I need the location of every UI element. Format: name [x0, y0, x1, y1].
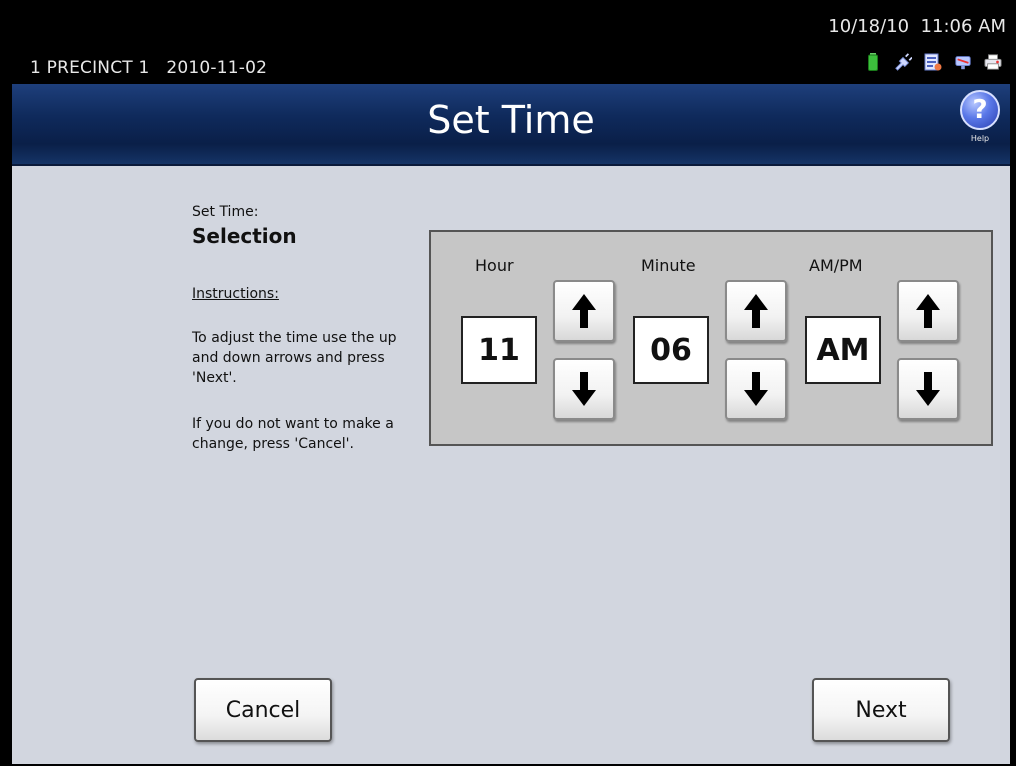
cancel-button[interactable]: Cancel	[194, 678, 332, 742]
arrow-down-icon	[572, 372, 596, 406]
screen: 1 PRECINCT 1 2010-11-02 10/18/10 11:06 A…	[0, 0, 1016, 766]
help-button[interactable]: ? Help	[958, 90, 1002, 152]
minute-value: 06	[633, 316, 709, 384]
hour-up-button[interactable]	[553, 280, 615, 342]
precinct-label: 1 PRECINCT 1	[30, 58, 150, 78]
instructions-panel: Set Time: Selection Instructions: To adj…	[192, 204, 402, 454]
minute-down-button[interactable]	[725, 358, 787, 420]
printer-icon	[984, 52, 1002, 72]
hour-value: 11	[461, 316, 537, 384]
hour-label: Hour	[475, 256, 514, 275]
battery-icon	[864, 52, 882, 72]
page-title: Set Time	[427, 98, 595, 142]
time-selector-panel: Hour 11 Minute 06 AM/PM AM	[429, 230, 993, 446]
datetime: 10/18/10 11:06 AM	[828, 16, 1006, 37]
screen-frame: 1 PRECINCT 1 2010-11-02 10/18/10 11:06 A…	[12, 6, 1010, 764]
arrow-up-icon	[916, 294, 940, 328]
arrow-down-icon	[916, 372, 940, 406]
network-icon	[954, 52, 972, 72]
help-icon: ?	[960, 90, 1000, 130]
instructions-subtitle: Set Time:	[192, 204, 259, 220]
arrow-up-icon	[744, 294, 768, 328]
document-icon	[924, 52, 942, 72]
instructions-paragraph-2: If you do not want to make a change, pre…	[192, 416, 394, 452]
precinct-info: 1 PRECINCT 1 2010-11-02	[30, 58, 267, 78]
minute-label: Minute	[641, 256, 696, 275]
ampm-down-button[interactable]	[897, 358, 959, 420]
instructions-label: Instructions:	[192, 286, 279, 302]
arrow-down-icon	[744, 372, 768, 406]
title-bar: Set Time ? Help	[12, 84, 1010, 166]
instructions-paragraph-1: To adjust the time use the up and down a…	[192, 330, 397, 386]
help-label: Help	[970, 134, 990, 143]
arrow-up-icon	[572, 294, 596, 328]
hour-down-button[interactable]	[553, 358, 615, 420]
ampm-value: AM	[805, 316, 881, 384]
next-button[interactable]: Next	[812, 678, 950, 742]
status-bar: 1 PRECINCT 1 2010-11-02 10/18/10 11:06 A…	[12, 6, 1010, 84]
instructions-heading: Selection	[192, 224, 297, 248]
status-icons	[864, 52, 1002, 72]
election-date: 2010-11-02	[166, 58, 268, 78]
ampm-up-button[interactable]	[897, 280, 959, 342]
minute-up-button[interactable]	[725, 280, 787, 342]
power-plug-icon	[894, 52, 912, 72]
ampm-label: AM/PM	[809, 256, 863, 275]
